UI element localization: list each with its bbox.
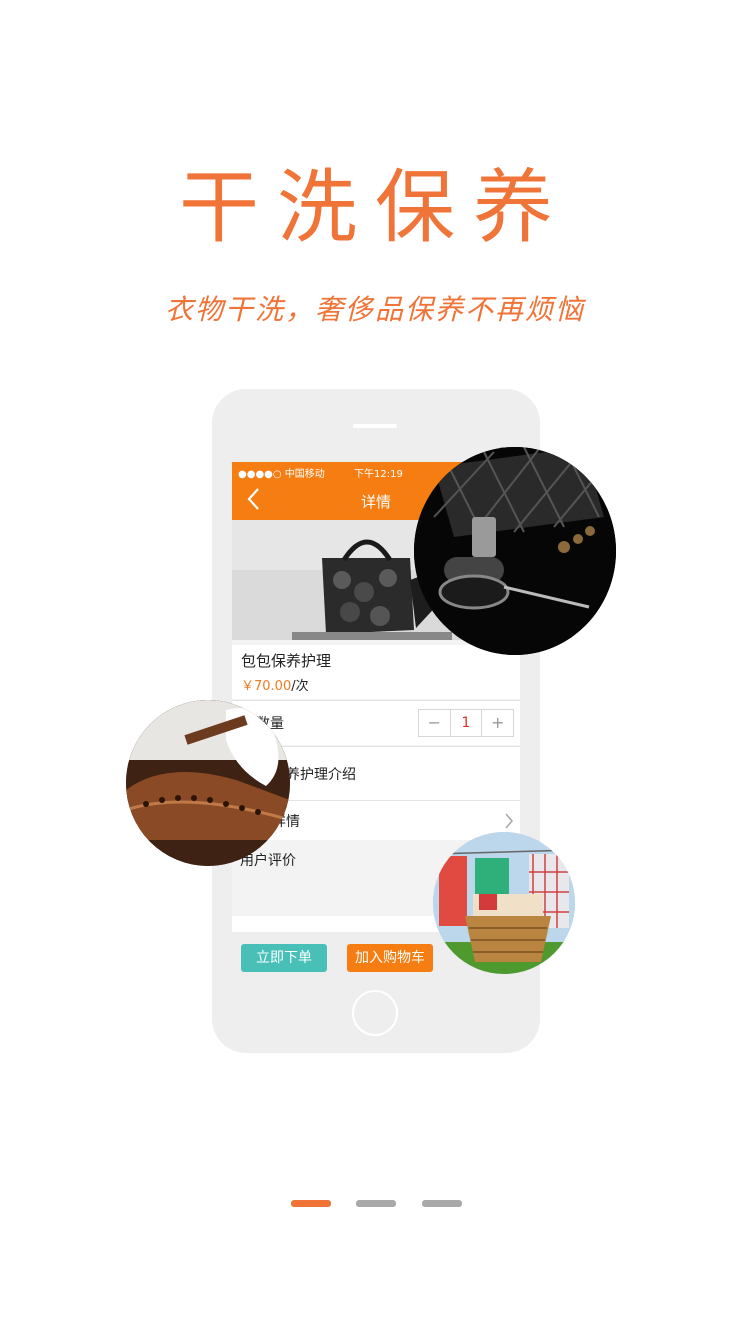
product-price: ￥70.00/次 (241, 675, 309, 694)
page-dot-3[interactable] (422, 1200, 462, 1207)
product-name: 包包保养护理 (241, 652, 332, 670)
status-carrier: ●●●●○ 中国移动 (238, 469, 325, 480)
phone-speaker (353, 424, 397, 428)
add-to-cart-button[interactable]: 加入购物车 (347, 944, 433, 972)
quilted-bag-photo (414, 447, 616, 655)
product-info: 包包保养护理 ￥70.00/次 (232, 645, 520, 699)
quantity-stepper[interactable]: − 1 + (418, 709, 514, 737)
care-intro-label: 养护理介绍 (286, 766, 356, 783)
shoe-polishing-photo (126, 700, 290, 866)
order-now-button[interactable]: 立即下单 (241, 944, 327, 972)
phone-home-button (352, 990, 398, 1036)
status-time: 下午12:19 (354, 469, 403, 480)
chevron-right-icon (505, 813, 514, 829)
page-dot-2[interactable] (356, 1200, 396, 1207)
price-value: ￥70.00 (241, 679, 292, 694)
quantity-plus-button[interactable]: + (482, 710, 513, 736)
price-unit: /次 (291, 679, 309, 694)
page-indicator (0, 1200, 750, 1208)
quantity-minus-button[interactable]: − (419, 710, 450, 736)
page-dot-1[interactable] (291, 1200, 331, 1207)
feature-subtitle: 衣物干洗，奢侈品保养不再烦恼 (164, 293, 585, 326)
laundry-basket-photo (433, 832, 575, 974)
feature-title: 干洗保养 (179, 161, 571, 254)
quantity-value[interactable]: 1 (449, 710, 483, 736)
